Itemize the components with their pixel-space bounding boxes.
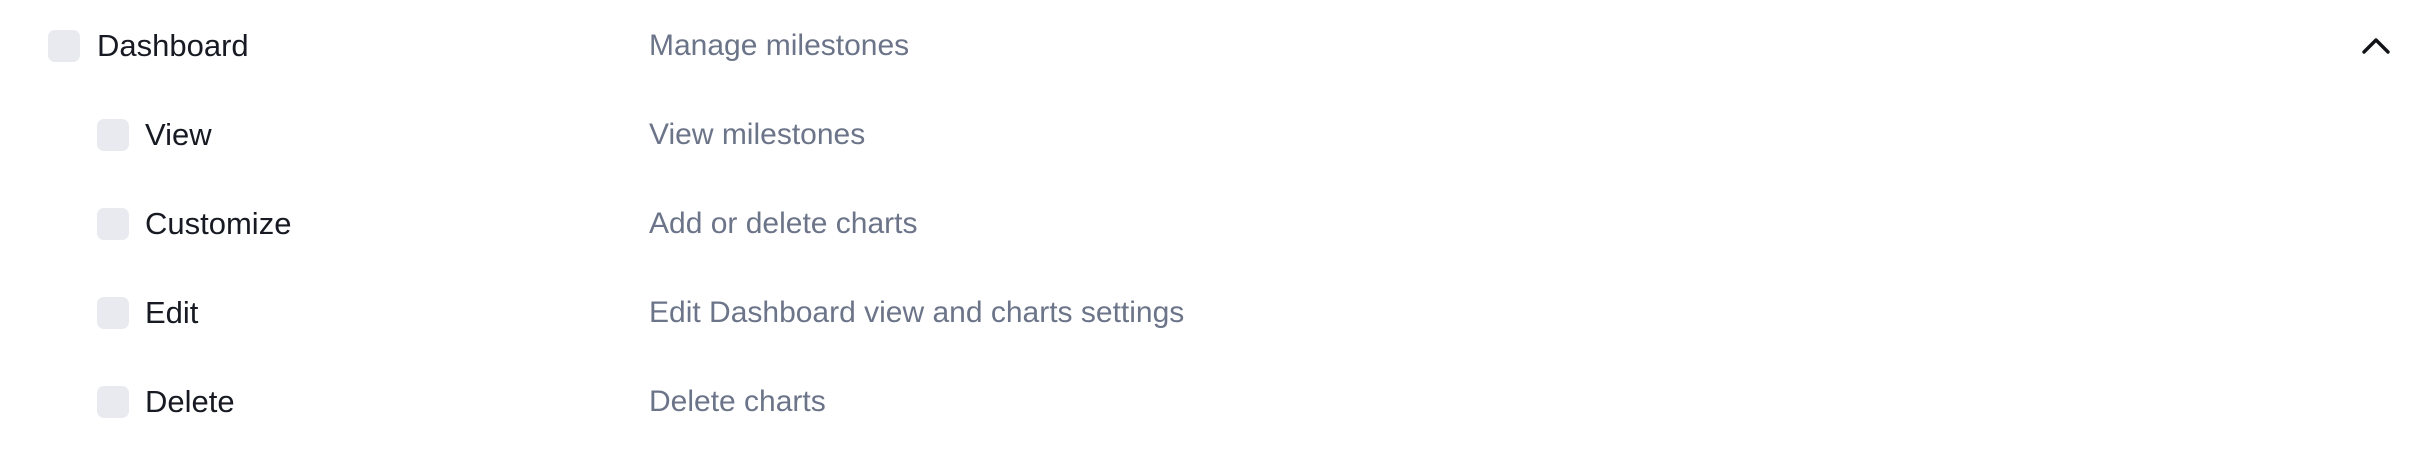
permission-label: Customize: [145, 206, 292, 241]
permission-checkbox-delete[interactable]: [97, 386, 129, 418]
permission-label: Edit: [145, 295, 199, 330]
group-description: Manage milestones: [649, 29, 910, 62]
permission-label: View: [145, 117, 212, 152]
permission-row-customize: Customize Add or delete charts: [0, 180, 2422, 268]
permission-description: Delete charts: [649, 385, 826, 418]
group-label: Dashboard: [97, 28, 249, 63]
chevron-up-icon: [2362, 38, 2390, 54]
permission-description: Add or delete charts: [649, 207, 918, 240]
permission-label: Delete: [145, 384, 235, 419]
permission-row-view: View View milestones: [0, 91, 2422, 179]
permission-checkbox-edit[interactable]: [97, 297, 129, 329]
collapse-toggle-button[interactable]: [2356, 26, 2396, 66]
permission-description: View milestones: [649, 118, 866, 151]
permission-description: Edit Dashboard view and charts settings: [649, 296, 1185, 329]
permission-row-delete: Delete Delete charts: [0, 358, 2422, 446]
permission-group-panel: Dashboard Manage milestones View View mi…: [0, 0, 2422, 460]
group-checkbox-dashboard[interactable]: [48, 30, 80, 62]
permission-row-edit: Edit Edit Dashboard view and charts sett…: [0, 269, 2422, 357]
permission-group-row-dashboard: Dashboard Manage milestones: [0, 2, 2422, 90]
permission-checkbox-customize[interactable]: [97, 208, 129, 240]
permission-checkbox-view[interactable]: [97, 119, 129, 151]
